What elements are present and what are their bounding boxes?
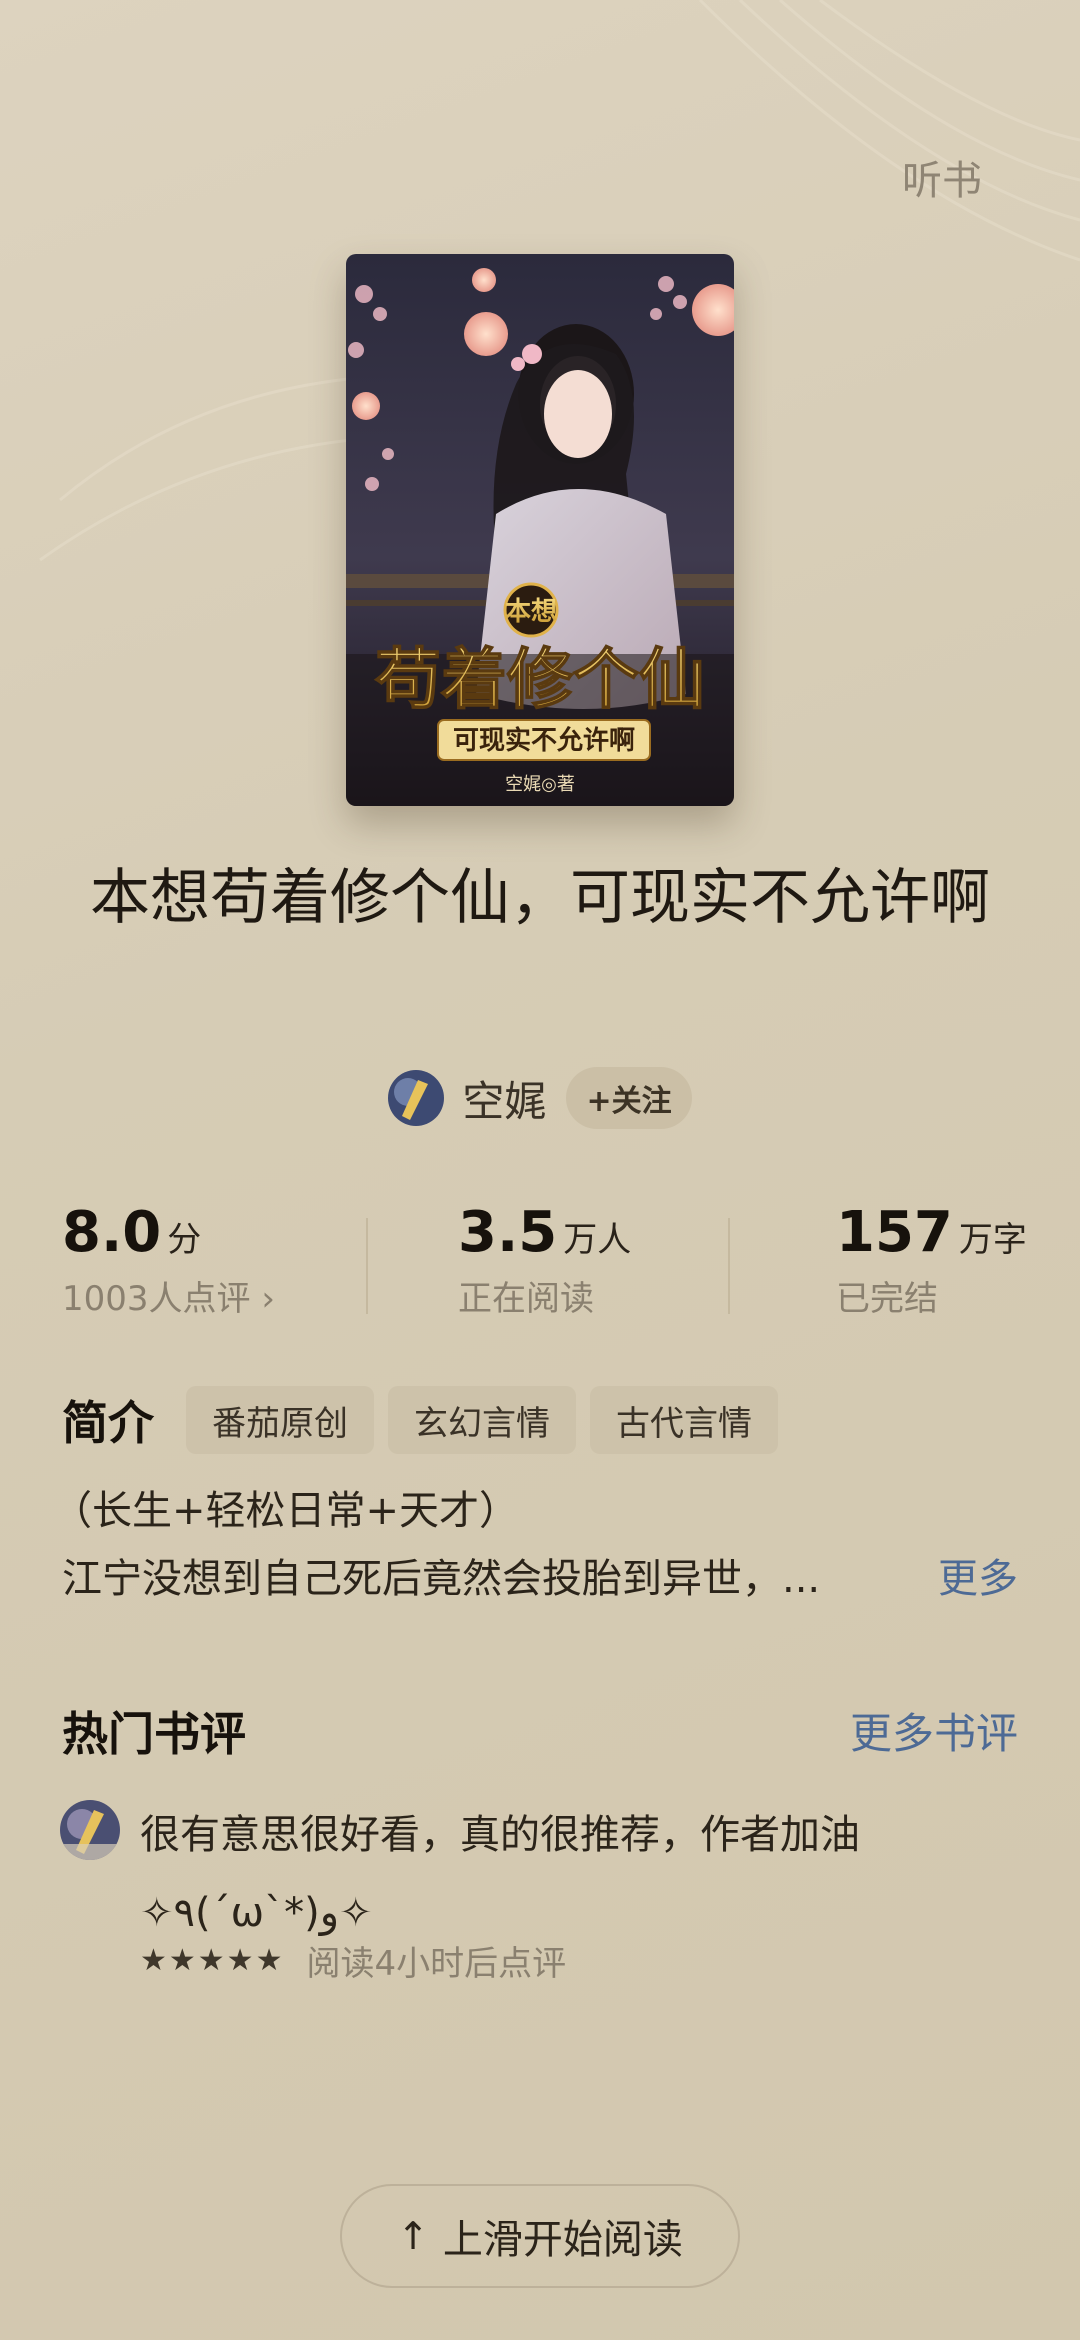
intro-more-link[interactable]: 更多: [938, 1546, 1018, 1604]
cover-author: 空娓◎著: [505, 774, 575, 795]
arrow-up-icon: ↑: [397, 2214, 429, 2258]
cover-title-main: 苟着修个仙: [375, 640, 705, 718]
readers-unit: 万人: [563, 1220, 632, 1260]
author-avatar[interactable]: [388, 1070, 445, 1126]
stats-divider: [366, 1218, 368, 1314]
intro-text-line2[interactable]: 江宁没想到自己死后竟然会投胎到异世，...: [62, 1546, 820, 1604]
reviews-title: 热门书评: [62, 1707, 246, 1761]
readers-label: 正在阅读: [458, 1279, 594, 1319]
tag-item[interactable]: 玄幻言情: [388, 1386, 576, 1454]
book-title: 本想苟着修个仙，可现实不允许啊: [90, 863, 990, 933]
author-name[interactable]: 空娓: [462, 1068, 546, 1129]
review-text[interactable]: 很有意思很好看，真的很推荐，作者加油✧٩(ˊωˋ*)و✧: [140, 1796, 1000, 1952]
cover-title-top: 本想: [505, 597, 557, 627]
follow-button[interactable]: +关注: [566, 1067, 692, 1129]
intro-label: 简介: [62, 1396, 154, 1450]
stats-divider: [728, 1218, 730, 1314]
review-meta: ★★★★★ 阅读4小时后点评: [140, 1936, 566, 1985]
tag-item[interactable]: 古代言情: [590, 1386, 778, 1454]
author-row: 空娓 +关注: [0, 1066, 1080, 1130]
review-time: 阅读4小时后点评: [306, 1944, 567, 1984]
intro-header: 简介 番茄原创 玄幻言情 古代言情: [62, 1386, 792, 1454]
book-cover[interactable]: 本想 苟着修个仙 可现实不允许啊 空娓◎著: [346, 254, 734, 806]
star-rating: ★★★★★: [140, 1943, 285, 1978]
start-reading-button[interactable]: ↑ 上滑开始阅读: [340, 2184, 740, 2288]
words-value: 157: [836, 1200, 953, 1265]
readers-stat: 3.5 万人 正在阅读: [458, 1200, 631, 1320]
status-label: 已完结: [836, 1279, 938, 1319]
listen-button[interactable]: 听书: [902, 148, 982, 206]
rating-unit: 分: [167, 1220, 202, 1260]
cover-title-sub: 可现实不允许啊: [453, 725, 635, 756]
start-reading-label: 上滑开始阅读: [442, 2217, 683, 2263]
tag-item[interactable]: 番茄原创: [186, 1386, 374, 1454]
words-unit: 万字: [958, 1220, 1027, 1260]
rating-count: 1003人点评 ›: [62, 1279, 275, 1319]
book-stats: 8.0 分 1003人点评 › 3.5 万人 正在阅读 157 万字 已完结: [0, 1200, 1080, 1330]
rating-stat[interactable]: 8.0 分 1003人点评 ›: [62, 1200, 275, 1320]
intro-text-line1: （长生+轻松日常+天才）: [52, 1488, 520, 1534]
reviewer-avatar[interactable]: [60, 1800, 120, 1860]
words-stat: 157 万字 已完结: [836, 1200, 1027, 1320]
more-reviews-link[interactable]: 更多书评: [850, 1700, 1018, 1761]
rating-value: 8.0: [62, 1200, 162, 1265]
readers-value: 3.5: [458, 1200, 558, 1265]
